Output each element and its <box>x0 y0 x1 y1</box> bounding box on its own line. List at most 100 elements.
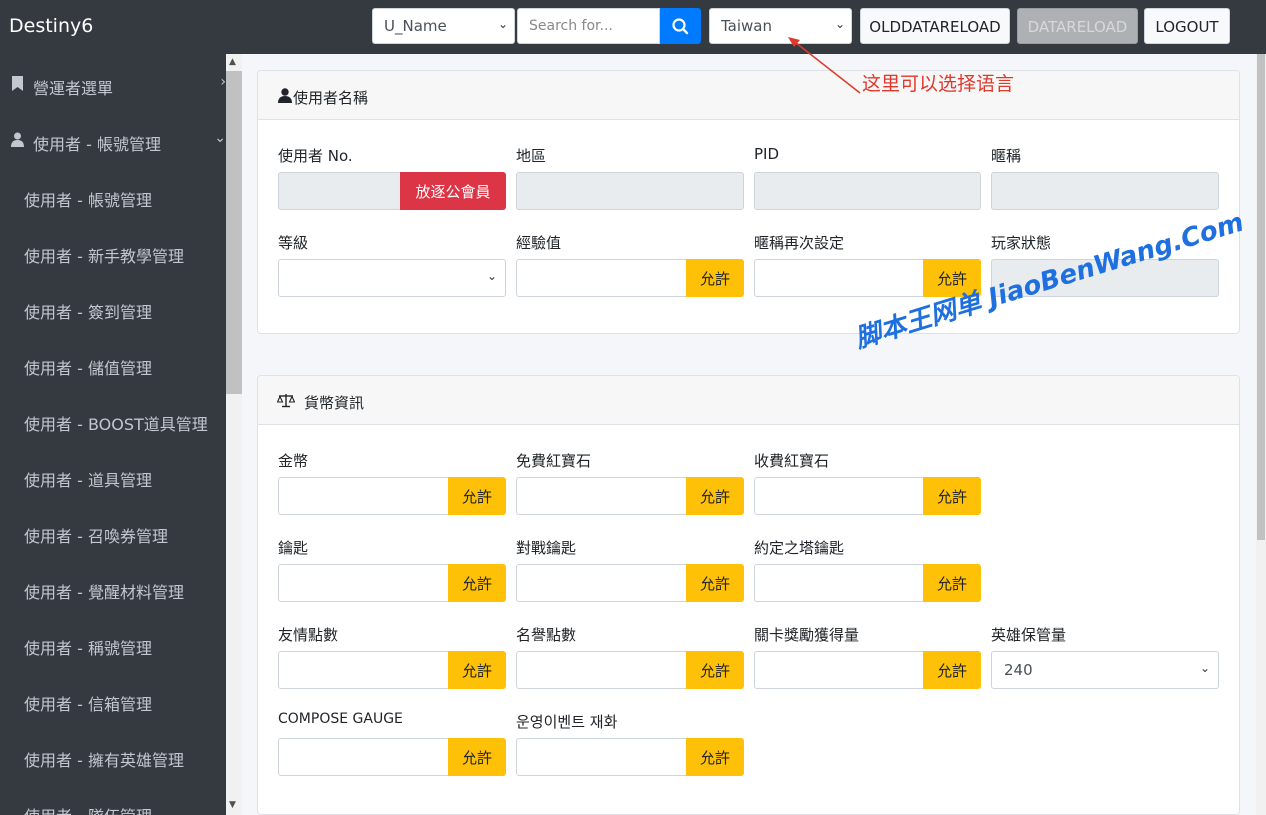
chevron-down-icon: ⌄ <box>834 17 845 31</box>
sidebar-item-label: 使用者 - 帳號管理 <box>24 191 152 210</box>
user-icon <box>11 132 24 147</box>
key-allow-button[interactable]: 允許 <box>448 564 506 602</box>
sidebar-item-boost-items[interactable]: 使用者 - BOOST道具管理 <box>0 392 226 448</box>
sidebar: 營運者選單 › 使用者 - 帳號管理 ⌄ 使用者 - 帳號管理 使用者 - 新手… <box>0 54 226 815</box>
brand-title[interactable]: Destiny6 <box>9 15 93 37</box>
pvp-key-label: 對戰鑰匙 <box>516 539 577 557</box>
user-no-field[interactable] <box>278 172 401 210</box>
hero-storage-label: 英雄保管量 <box>991 626 1067 644</box>
nickname-reset-input[interactable] <box>754 259 924 297</box>
sidebar-item-mailbox[interactable]: 使用者 - 信箱管理 <box>0 672 226 728</box>
gold-allow-button[interactable]: 允許 <box>448 477 506 515</box>
sidebar-item-items[interactable]: 使用者 - 道具管理 <box>0 448 226 504</box>
annotation-arrow-icon <box>788 37 861 94</box>
gold-label: 金幣 <box>278 452 309 470</box>
friend-points-allow-button[interactable]: 允許 <box>448 651 506 689</box>
tower-key-label: 約定之塔鑰匙 <box>754 539 845 557</box>
user-icon <box>278 88 292 103</box>
nickname-reset-label: 暱稱再次設定 <box>754 234 845 252</box>
sidebar-item-label: 營運者選單 <box>33 79 114 98</box>
paid-ruby-input[interactable] <box>754 477 924 515</box>
compose-gauge-input[interactable] <box>278 738 449 776</box>
level-label: 等級 <box>278 234 309 252</box>
sidebar-item-label: 使用者 - 隊伍管理 <box>24 803 152 815</box>
currency-info-card-header: 貨幣資訊 <box>258 376 1239 425</box>
card-title: 使用者名稱 <box>293 89 369 107</box>
sidebar-item-operator-menu[interactable]: 營運者選單 › <box>0 56 226 112</box>
compose-gauge-allow-button[interactable]: 允許 <box>448 738 506 776</box>
sidebar-item-summon-tickets[interactable]: 使用者 - 召喚券管理 <box>0 504 226 560</box>
stage-reward-label: 關卡獎勵獲得量 <box>754 626 860 644</box>
chevron-down-icon: ⌄ <box>486 269 497 283</box>
search-button[interactable] <box>660 8 701 44</box>
user-no-label: 使用者 No. <box>278 147 353 165</box>
fame-points-label: 名譽點數 <box>516 626 577 644</box>
data-reload-button[interactable]: DATARELOAD <box>1017 8 1138 44</box>
sidebar-item-account[interactable]: 使用者 - 帳號管理 <box>0 168 226 224</box>
chevron-down-icon: ⌄ <box>1199 661 1210 675</box>
level-select[interactable]: ⌄ <box>278 259 506 297</box>
old-data-reload-button[interactable]: OLDDATARELOAD <box>860 8 1010 44</box>
region-field[interactable] <box>516 172 744 210</box>
gold-input[interactable] <box>278 477 449 515</box>
sidebar-item-label: 使用者 - 稱號管理 <box>24 639 152 658</box>
scroll-up-arrow-icon[interactable]: ▲ <box>229 57 236 67</box>
stage-reward-input[interactable] <box>754 651 924 689</box>
region-label: 地區 <box>516 147 547 165</box>
stage-reward-allow-button[interactable]: 允許 <box>923 651 981 689</box>
search-input[interactable]: Search for... <box>517 8 660 44</box>
pvp-key-allow-button[interactable]: 允許 <box>686 564 744 602</box>
pid-field[interactable] <box>754 172 981 210</box>
search-icon <box>672 18 689 35</box>
annotation-text: 这里可以选择语言 <box>862 73 1015 95</box>
chevron-down-icon: ⌄ <box>214 130 226 146</box>
card-title: 貨幣資訊 <box>304 394 365 412</box>
sidebar-item-label: 使用者 - BOOST道具管理 <box>24 415 208 434</box>
kick-guild-member-button[interactable]: 放逐公會員 <box>400 172 506 210</box>
sidebar-item-teams[interactable]: 使用者 - 隊伍管理 <box>0 784 226 815</box>
paid-ruby-allow-button[interactable]: 允許 <box>923 477 981 515</box>
logout-button[interactable]: LOGOUT <box>1144 8 1230 44</box>
exp-allow-button[interactable]: 允許 <box>686 259 744 297</box>
sidebar-item-owned-heroes[interactable]: 使用者 - 擁有英雄管理 <box>0 728 226 784</box>
sidebar-item-titles[interactable]: 使用者 - 稱號管理 <box>0 616 226 672</box>
sidebar-item-user-account-group[interactable]: 使用者 - 帳號管理 ⌄ <box>0 112 226 168</box>
fame-points-allow-button[interactable]: 允許 <box>686 651 744 689</box>
fame-points-input[interactable] <box>516 651 687 689</box>
sidebar-item-checkin[interactable]: 使用者 - 簽到管理 <box>0 280 226 336</box>
compose-gauge-label: COMPOSE GAUGE <box>278 711 403 727</box>
tower-key-input[interactable] <box>754 564 924 602</box>
bookmark-icon <box>12 76 23 91</box>
sidebar-item-label: 使用者 - 擁有英雄管理 <box>24 751 184 770</box>
sidebar-item-purchase[interactable]: 使用者 - 儲值管理 <box>0 336 226 392</box>
pid-label: PID <box>754 145 780 163</box>
sidebar-scrollbar-thumb[interactable] <box>226 71 242 394</box>
sidebar-item-label: 使用者 - 儲值管理 <box>24 359 152 378</box>
scroll-down-arrow-icon[interactable]: ▼ <box>229 800 236 810</box>
nickname-field[interactable] <box>991 172 1219 210</box>
sidebar-item-label: 使用者 - 帳號管理 <box>33 135 161 154</box>
player-status-label: 玩家狀態 <box>991 234 1052 252</box>
sidebar-item-awaken-materials[interactable]: 使用者 - 覺醒材料管理 <box>0 560 226 616</box>
nickname-label: 暱稱 <box>991 147 1022 165</box>
free-ruby-label: 免費紅寶石 <box>516 452 592 470</box>
free-ruby-input[interactable] <box>516 477 687 515</box>
event-currency-allow-button[interactable]: 允許 <box>686 738 744 776</box>
exp-input[interactable] <box>516 259 687 297</box>
free-ruby-allow-button[interactable]: 允許 <box>686 477 744 515</box>
page-scrollbar-thumb[interactable] <box>1257 54 1265 540</box>
event-currency-input[interactable] <box>516 738 687 776</box>
user-info-card-header: 使用者名稱 <box>258 71 1239 120</box>
search-field-select[interactable]: U_Name ⌄ <box>372 8 515 44</box>
sidebar-item-label: 使用者 - 道具管理 <box>24 471 152 490</box>
friend-points-input[interactable] <box>278 651 449 689</box>
hero-storage-select[interactable]: 240 ⌄ <box>991 651 1219 689</box>
key-input[interactable] <box>278 564 449 602</box>
sidebar-item-tutorial[interactable]: 使用者 - 新手教學管理 <box>0 224 226 280</box>
tower-key-allow-button[interactable]: 允許 <box>923 564 981 602</box>
sidebar-item-label: 使用者 - 簽到管理 <box>24 303 152 322</box>
pvp-key-input[interactable] <box>516 564 687 602</box>
sidebar-item-label: 使用者 - 召喚券管理 <box>24 527 168 546</box>
event-currency-label: 운영이벤트 재화 <box>516 713 618 731</box>
friend-points-label: 友情點數 <box>278 626 339 644</box>
